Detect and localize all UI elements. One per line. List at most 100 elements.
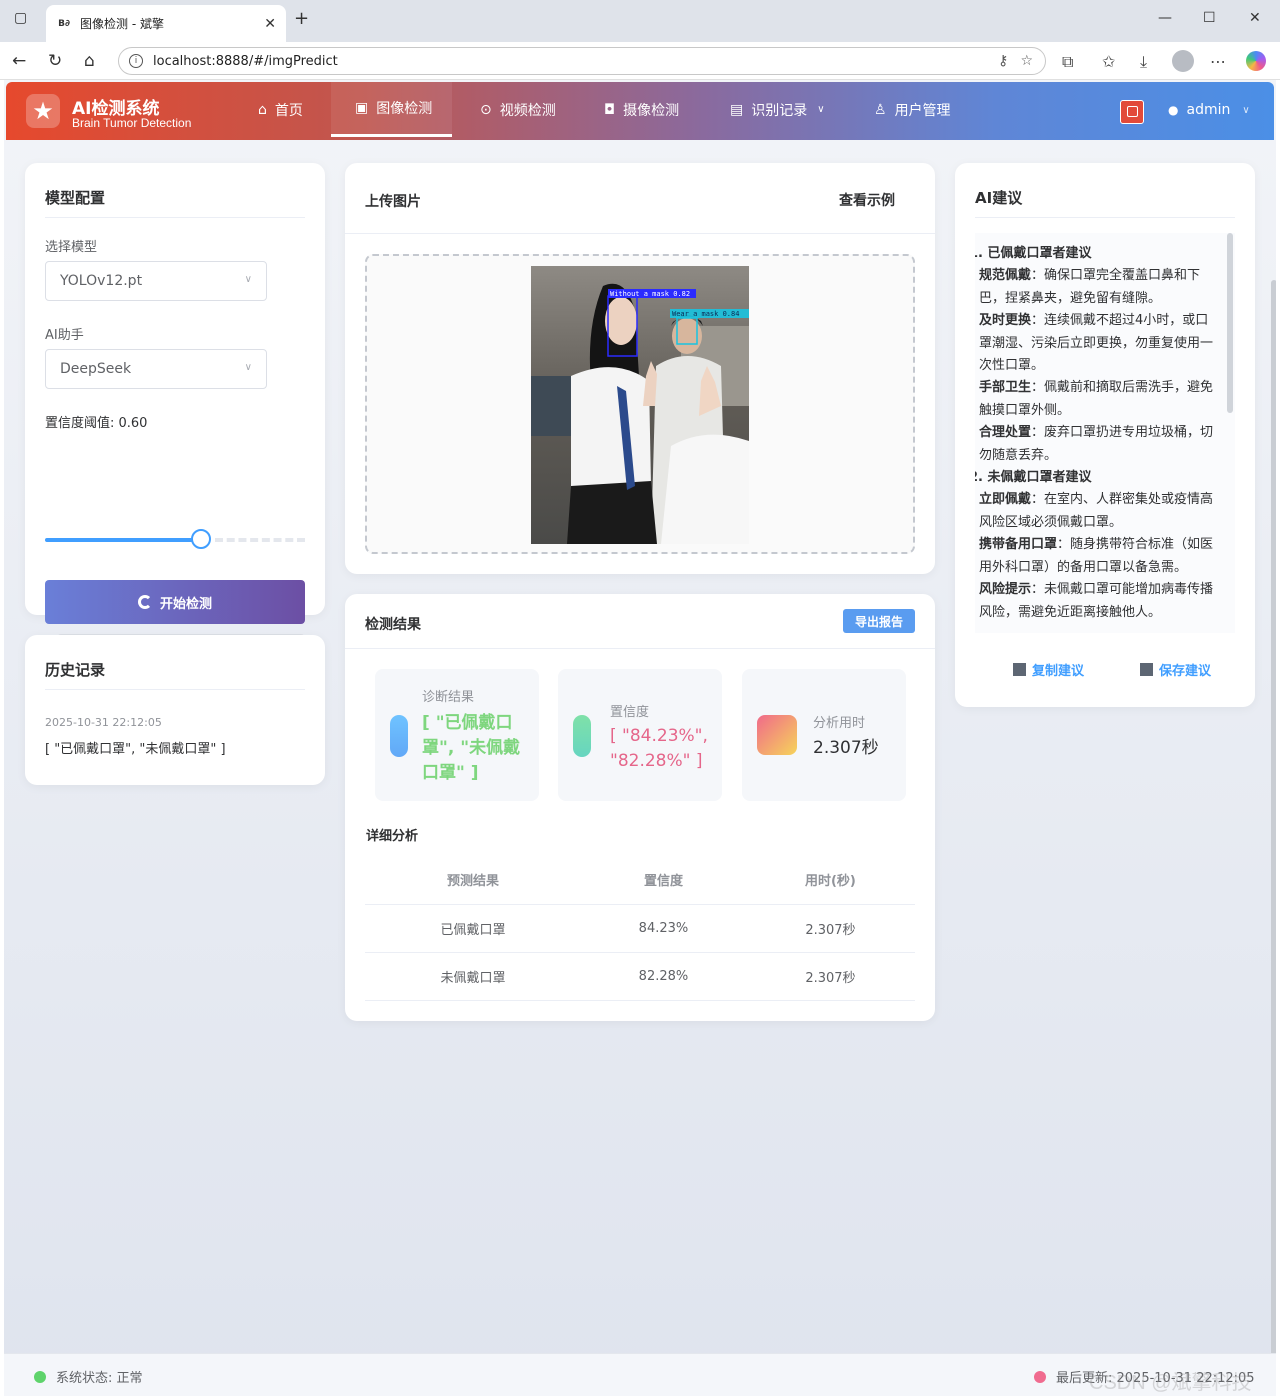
copy-advice-button[interactable]: 复制建议	[1013, 660, 1084, 679]
confidence-indicator	[573, 715, 591, 757]
nav-image-detection[interactable]: ▣ 图像检测	[331, 82, 453, 137]
detail-table: 预测结果 置信度 用时(秒) 已佩戴口罩 84.23% 2.307秒 未佩戴口罩…	[365, 856, 915, 1001]
card-title: 上传图片	[365, 194, 421, 210]
favorite-star-icon[interactable]: ☆	[1020, 53, 1033, 69]
history-card: 历史记录 2025-10-31 22:12:05 [ "已佩戴口罩", "未佩戴…	[25, 635, 325, 785]
advice-item: 立即佩戴：在室内、人群密集处或疫情高风险区域必须佩戴口罩。	[975, 489, 1215, 534]
start-detection-label: 开始检测	[159, 596, 212, 612]
advice-item: 风险提示：未佩戴口罩可能增加病毒传播风险，需避免近距离接触他人。	[975, 579, 1215, 624]
advice-key: 规范佩戴	[979, 268, 1032, 284]
nav-records[interactable]: ▤ 识别记录 ∨	[730, 82, 825, 137]
assistant-select-value: DeepSeek	[60, 361, 132, 377]
key-icon[interactable]: ⚷	[998, 53, 1008, 69]
analysis-time-value: 2.307秒	[813, 738, 879, 758]
home-browser-icon[interactable]: ⌂	[84, 51, 95, 71]
scrollbar-thumb[interactable]	[1227, 233, 1233, 413]
copilot-icon[interactable]	[1246, 51, 1266, 71]
tab-actions-icon[interactable]: ▢	[14, 10, 27, 26]
advice-item: 合理处置：废弃口罩扔进专用垃圾桶，切勿随意丢弃。	[975, 422, 1215, 467]
nav-label: 用户管理	[894, 102, 951, 119]
logo-star-icon: ★	[26, 94, 60, 128]
page-scrollbar[interactable]	[1271, 280, 1276, 1396]
favorites-icon[interactable]: ✩	[1102, 52, 1115, 71]
ai-advice-scroll[interactable]: 1. 已佩戴口罩者建议 规范佩戴：确保口罩完全覆盖口鼻和下巴，捏紧鼻夹，避免留有…	[975, 233, 1235, 633]
upload-card: 上传图片 查看示例 Without a mask 0.82 Wear a mas…	[345, 163, 935, 574]
nav-user-management[interactable]: ♙ 用户管理	[874, 82, 951, 137]
download-icon[interactable]: ⤓	[1140, 52, 1147, 72]
assistant-label: AI助手	[45, 328, 84, 343]
extensions-icon[interactable]: ⧉	[1062, 52, 1073, 72]
minimize-icon[interactable]: —	[1158, 10, 1172, 26]
chevron-down-icon: ∨	[1242, 104, 1250, 116]
user-dropdown[interactable]: ● admin ∨	[1168, 102, 1250, 118]
image-upload-dropzone[interactable]: Without a mask 0.82 Wear a mask 0.84	[365, 254, 915, 554]
save-icon	[1140, 663, 1153, 676]
advice-section-heading: 1. 已佩戴口罩者建议	[975, 246, 1092, 261]
slider-handle[interactable]	[191, 529, 211, 549]
fullscreen-icon[interactable]	[1120, 100, 1144, 124]
app-container: ★ AI检测系统 Brain Tumor Detection ⌂ 首页 ▣ 图像…	[4, 80, 1276, 1396]
divider	[345, 648, 935, 649]
diagnosis-value: [ "已佩戴口罩", "未佩戴口罩" ]	[422, 713, 521, 783]
column-header: 置信度	[581, 856, 746, 905]
threshold-slider[interactable]	[45, 529, 305, 549]
bbox-label-2: Wear a mask 0.84	[672, 310, 739, 318]
view-example-link[interactable]: 查看示例	[839, 190, 895, 210]
close-window-icon[interactable]: ✕	[1249, 10, 1261, 26]
detection-result-image: Without a mask 0.82 Wear a mask 0.84	[531, 266, 749, 544]
user-avatar-icon: ●	[1168, 103, 1179, 117]
save-advice-label: 保存建议	[1159, 664, 1212, 679]
confidence-value: [ "84.23%", "82.28%" ]	[610, 726, 708, 771]
bbox-label-1: Without a mask 0.82	[610, 290, 690, 298]
loading-icon	[137, 595, 152, 609]
nav-label: 识别记录	[751, 102, 808, 119]
advice-key: 携带备用口罩	[979, 537, 1058, 553]
column-header: 预测结果	[365, 856, 582, 905]
profile-avatar-icon[interactable]	[1172, 50, 1194, 72]
table-cell: 2.307秒	[745, 952, 915, 1001]
divider	[45, 217, 305, 218]
play-icon: ⊙	[480, 101, 492, 118]
advice-item: 手部卫生：佩戴前和摘取后需洗手，避免触摸口罩外侧。	[975, 377, 1215, 422]
copy-advice-label: 复制建议	[1032, 664, 1085, 679]
card-title: 历史记录	[45, 661, 106, 679]
model-select[interactable]: YOLOv12.pt ∨	[45, 261, 267, 301]
analysis-time-stat: 分析用时 2.307秒	[742, 669, 906, 801]
favicon-icon: B∂	[58, 18, 70, 29]
detection-results-card: 检测结果 导出报告 诊断结果 [ "已佩戴口罩", "未佩戴口罩" ] 置信度 …	[345, 594, 935, 1021]
start-detection-button[interactable]: 开始检测	[45, 580, 305, 624]
card-title: AI建议	[975, 189, 1023, 207]
close-tab-icon[interactable]: ✕	[264, 16, 276, 32]
threshold-label: 置信度阈值: 0.60	[45, 416, 148, 431]
card-title: 模型配置	[45, 189, 106, 207]
nav-video-detection[interactable]: ⊙ 视频检测	[480, 82, 556, 137]
top-navbar: ★ AI检测系统 Brain Tumor Detection ⌂ 首页 ▣ 图像…	[6, 82, 1274, 140]
nav-home[interactable]: ⌂ 首页	[258, 82, 303, 137]
divider	[345, 233, 935, 234]
new-tab-icon[interactable]: +	[294, 8, 309, 29]
url-field[interactable]: i localhost:8888/#/imgPredict ⚷ ☆	[118, 47, 1046, 75]
detail-analysis-title: 详细分析	[366, 829, 419, 844]
history-item[interactable]: [ "已佩戴口罩", "未佩戴口罩" ]	[45, 738, 226, 757]
system-status: 系统状态: 正常	[34, 1367, 143, 1386]
assistant-select[interactable]: DeepSeek ∨	[45, 349, 267, 389]
refresh-icon[interactable]: ↻	[48, 51, 62, 71]
confidence-label: 置信度	[610, 705, 650, 720]
more-menu-icon[interactable]: ⋯	[1210, 52, 1226, 71]
model-select-value: YOLOv12.pt	[60, 273, 143, 289]
browser-tab[interactable]: B∂ 图像检测 - 斌擎 ✕	[46, 5, 286, 42]
maximize-icon[interactable]: ☐	[1203, 10, 1216, 26]
save-advice-button[interactable]: 保存建议	[1140, 660, 1211, 679]
export-report-button[interactable]: 导出报告	[843, 609, 915, 633]
username: admin	[1186, 102, 1231, 118]
chevron-down-icon: ∨	[817, 104, 825, 115]
model-label: 选择模型	[45, 240, 98, 255]
advice-key: 手部卫生	[979, 380, 1032, 396]
site-info-icon[interactable]: i	[129, 54, 143, 68]
advice-item: 携带备用口罩：随身携带符合标准（如医用外科口罩）的备用口罩以备急需。	[975, 534, 1215, 579]
document-icon: ▤	[730, 101, 744, 118]
back-icon[interactable]: ←	[12, 51, 26, 71]
chevron-down-icon: ∨	[244, 362, 252, 373]
camera-icon: ◘	[604, 101, 616, 118]
nav-camera-detection[interactable]: ◘ 摄像检测	[604, 82, 679, 137]
